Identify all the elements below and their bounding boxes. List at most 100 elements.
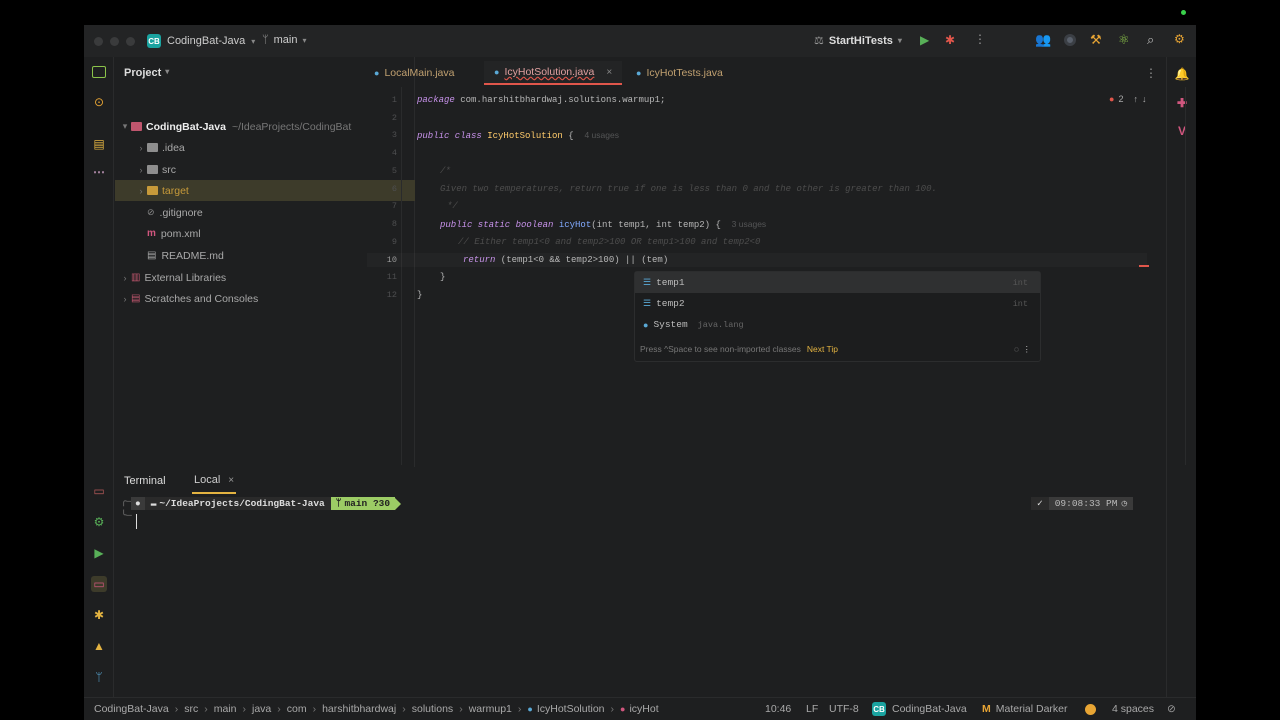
- lock-icon[interactable]: ⊘: [1167, 703, 1176, 715]
- theme-widget[interactable]: M Material Darker: [982, 703, 1068, 715]
- breadcrumb-item[interactable]: harshitbhardwaj: [322, 703, 396, 715]
- debug-icon[interactable]: ✱: [945, 33, 955, 47]
- breadcrumb-item[interactable]: main: [214, 703, 237, 715]
- close-tab-icon[interactable]: ×: [606, 67, 612, 78]
- more-tools-icon[interactable]: ⋯: [91, 164, 107, 180]
- breadcrumb-item[interactable]: com: [287, 703, 307, 715]
- arrow-up-icon[interactable]: ↑: [1133, 94, 1138, 104]
- maven-file-icon: m: [147, 228, 156, 239]
- vcs-plugin-icon[interactable]: V: [1174, 123, 1190, 139]
- gear-tool-icon[interactable]: ⚙: [91, 514, 107, 530]
- settings-icon[interactable]: ⚙: [1174, 32, 1185, 46]
- run-config-selector[interactable]: ⚖ StartHiTests ▾: [814, 34, 902, 48]
- completion-item[interactable]: ☰ temp2 int: [635, 293, 1040, 314]
- tab-options-icon[interactable]: ⋮: [1145, 66, 1157, 80]
- more-options-icon[interactable]: ⋮: [1023, 344, 1032, 355]
- project-panel-title: Project: [124, 67, 162, 79]
- notifications-icon[interactable]: 🔔: [1174, 66, 1190, 82]
- minimize-window-button[interactable]: [110, 37, 119, 46]
- project-selector[interactable]: CB CodingBat-Java ▾: [147, 34, 255, 48]
- left-tool-strip: ⊙ ▤ ⋯ ▭ ⚙ ▶ ▭ ✱ ▲ ᛘ: [84, 57, 114, 697]
- ai-assistant-icon[interactable]: [1064, 34, 1076, 46]
- build-tools-icon[interactable]: ⚒: [1090, 32, 1102, 48]
- problems-tool-icon[interactable]: ▲: [91, 638, 107, 654]
- keyword: package: [417, 95, 455, 105]
- run-icon[interactable]: ▶: [920, 33, 929, 47]
- commit-tool-icon[interactable]: ⊙: [91, 94, 107, 110]
- terminal-view[interactable]: ╭─ ● ▬ ~/IdeaProjects/CodingBat-Java ᛘ m…: [115, 494, 1166, 694]
- chevron-right-icon[interactable]: ›: [135, 165, 147, 175]
- structure-tool-icon[interactable]: ▤: [91, 136, 107, 152]
- tab-label: LocalMain.java: [384, 67, 455, 79]
- java-class-icon: ●: [636, 68, 642, 78]
- close-window-button[interactable]: [94, 37, 103, 46]
- ai-plugin-icon[interactable]: ✚: [1174, 95, 1190, 111]
- breadcrumb-item[interactable]: warmup1: [469, 703, 512, 715]
- breadcrumb-item[interactable]: java: [252, 703, 271, 715]
- tab-icyhottests[interactable]: ● IcyHotTests.java: [636, 61, 723, 85]
- branch-name: main: [273, 34, 298, 46]
- completion-item[interactable]: ● System java.lang: [635, 314, 1040, 335]
- breadcrumb-item[interactable]: IcyHotSolution: [537, 703, 605, 715]
- next-tip-link[interactable]: Next Tip: [807, 344, 838, 354]
- cursor: [136, 514, 137, 529]
- breadcrumb-item[interactable]: CodingBat-Java: [94, 703, 169, 715]
- more-actions-icon[interactable]: ⋮: [974, 32, 986, 46]
- error-stripe-marker[interactable]: [1139, 265, 1149, 267]
- zoom-window-button[interactable]: [126, 37, 135, 46]
- completion-item[interactable]: ☰ temp1 int: [635, 272, 1040, 293]
- line-separator[interactable]: LF: [806, 703, 818, 715]
- tab-label: IcyHotSolution.java: [504, 66, 595, 78]
- chevron-right-icon[interactable]: ›: [119, 273, 131, 283]
- chevron-down-icon: ▾: [165, 67, 170, 76]
- terminal-tool-icon[interactable]: ▭: [91, 576, 107, 592]
- git-tool-icon[interactable]: ᛘ: [91, 669, 107, 685]
- library-icon: ▥: [131, 272, 141, 283]
- completion-item-type: java.lang: [697, 319, 744, 330]
- tab-localmain[interactable]: ● LocalMain.java: [374, 61, 454, 85]
- code-line-11: }: [440, 272, 446, 282]
- theme-accent-icon[interactable]: [1085, 703, 1096, 715]
- chevron-down-icon[interactable]: ▾: [119, 121, 131, 132]
- tab-local-terminal[interactable]: Local ×: [192, 468, 237, 494]
- project-widget[interactable]: CB CodingBat-Java: [872, 702, 967, 716]
- apple-icon: ●: [131, 497, 145, 510]
- chevron-right-icon: ›: [517, 703, 522, 715]
- project-tool-icon[interactable]: [92, 66, 106, 78]
- code-line-3: public class IcyHotSolution { 4 usages: [417, 130, 619, 141]
- usages-hint[interactable]: 4 usages: [584, 130, 619, 140]
- chevron-right-icon[interactable]: ›: [135, 186, 147, 196]
- close-tab-icon[interactable]: ×: [228, 475, 234, 486]
- breadcrumb-item[interactable]: src: [184, 703, 198, 715]
- chevron-down-icon: ▾: [302, 35, 307, 45]
- check-icon: ✓: [1031, 497, 1049, 510]
- inspections-widget[interactable]: ● 2 ↑ ↓: [1109, 94, 1146, 104]
- branch-selector[interactable]: ᛘ main ▾: [262, 34, 306, 46]
- breadcrumb-item[interactable]: solutions: [412, 703, 453, 715]
- code-line-9: // Either temp1<0 and temp2>100 OR temp1…: [458, 237, 761, 247]
- indent-setting[interactable]: 4 spaces: [1112, 703, 1154, 715]
- material-theme-icon: M: [982, 703, 991, 715]
- file-encoding[interactable]: UTF-8: [829, 703, 859, 715]
- cursor-position[interactable]: 10:46: [765, 703, 791, 715]
- chevron-right-icon[interactable]: ›: [135, 143, 147, 153]
- run-tool-icon[interactable]: ▶: [91, 545, 107, 561]
- prompt-path: ▬ ~/IdeaProjects/CodingBat-Java: [144, 497, 331, 510]
- breadcrumb-item[interactable]: icyHot: [629, 703, 658, 715]
- search-icon[interactable]: ⌕: [1147, 32, 1154, 48]
- project-view-selector[interactable]: Project ▾: [124, 67, 169, 79]
- terminal-title: Terminal: [124, 475, 166, 487]
- chevron-right-icon[interactable]: ›: [119, 294, 131, 304]
- debug-tool-icon[interactable]: ✱: [91, 607, 107, 623]
- plugin-icon[interactable]: ⚛: [1118, 32, 1130, 48]
- line-number: 4: [391, 148, 397, 158]
- usages-hint[interactable]: 3 usages: [732, 219, 767, 229]
- code-line-12: }: [417, 290, 423, 300]
- services-tool-icon[interactable]: ▭: [91, 483, 107, 499]
- current-line-highlight: [367, 253, 1147, 267]
- code-with-me-icon[interactable]: 👥: [1035, 32, 1051, 48]
- branch-icon: ᛘ: [262, 34, 269, 46]
- tree-item-label: src: [162, 163, 176, 176]
- arrow-down-icon[interactable]: ↓: [1142, 94, 1147, 104]
- tab-icyhotsolution[interactable]: ● IcyHotSolution.java ×: [484, 61, 623, 85]
